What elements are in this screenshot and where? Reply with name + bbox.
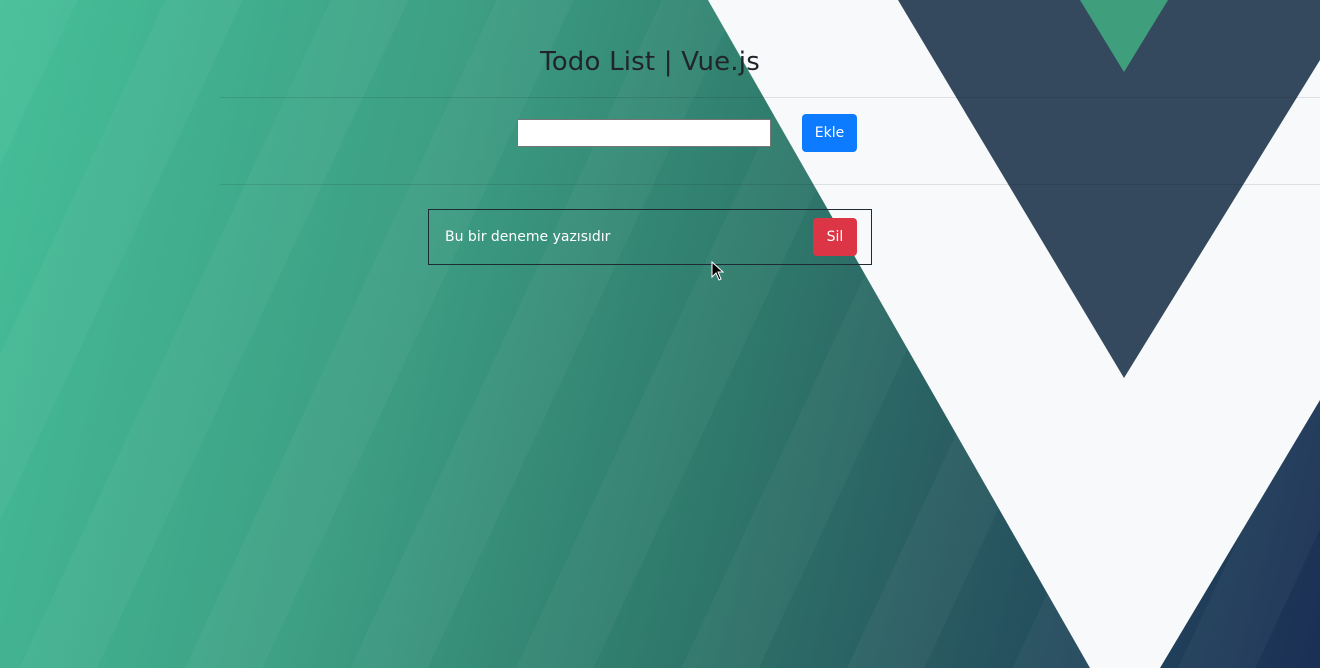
todo-item: Bu bir deneme yazısıdır Sil	[428, 209, 872, 265]
delete-button[interactable]: Sil	[813, 218, 857, 256]
todo-text: Bu bir deneme yazısıdır	[445, 229, 611, 245]
divider-bottom	[220, 184, 1320, 185]
vue-logo-white-v	[708, 0, 1320, 668]
add-button[interactable]: Ekle	[802, 114, 857, 152]
vue-logo-background	[708, 0, 1320, 668]
background-stripes	[0, 0, 1320, 668]
vue-logo-dark-v	[898, 0, 1320, 378]
vue-logo-green-v	[1080, 0, 1168, 72]
todo-input[interactable]	[517, 119, 771, 147]
page-title: Todo List | Vue.js	[540, 47, 760, 77]
divider-top	[220, 97, 1320, 98]
page: { "page": { "title": "Todo List | Vue.js…	[0, 0, 1320, 668]
